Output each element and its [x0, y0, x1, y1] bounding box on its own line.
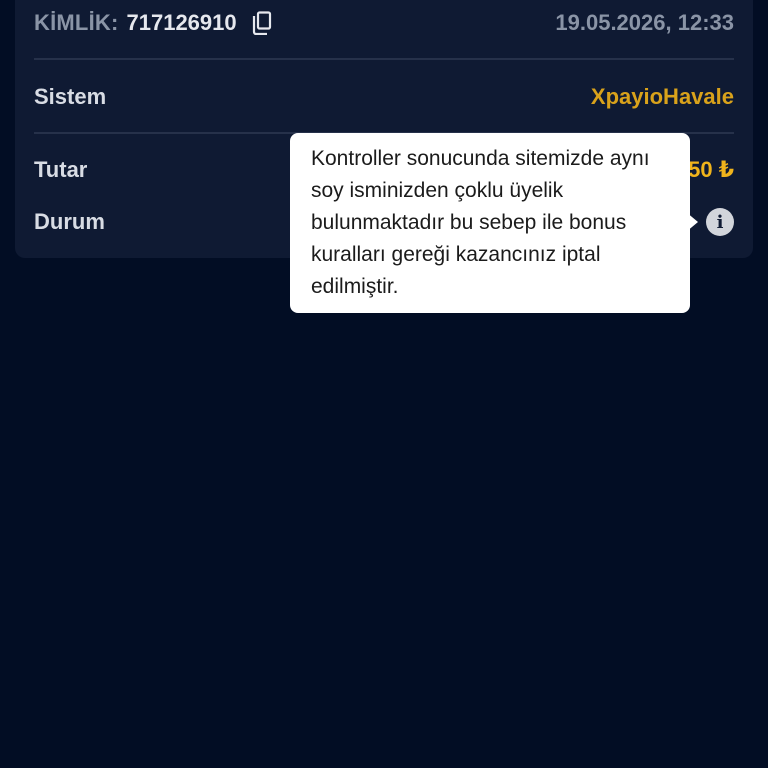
amount-value: 50 ₺ [688, 157, 734, 182]
transaction-date: 19.05.2026, 12:33 [555, 10, 734, 35]
transaction-id-label: KİMLİK: [34, 10, 119, 35]
divider [34, 58, 734, 60]
status-label: Durum [34, 209, 105, 234]
status-tooltip: Kontroller sonucunda sitemizde aynı soy … [290, 133, 690, 313]
tooltip-arrow [686, 212, 698, 232]
system-value: XpayioHavale [590, 84, 734, 109]
info-icon[interactable]: i [706, 208, 734, 236]
system-row: Sistem XpayioHavale [34, 80, 734, 114]
transaction-id-group: KİMLİK: 717126910 [34, 10, 273, 36]
tooltip-text: Kontroller sonucunda sitemizde aynı soy … [311, 147, 650, 298]
copy-icon[interactable] [251, 11, 273, 36]
amount-label: Tutar [34, 157, 88, 182]
system-label: Sistem [34, 84, 107, 109]
transaction-id-value: 717126910 [126, 10, 237, 35]
transaction-id-row: KİMLİK: 717126910 19.05.2026, 12:33 [34, 6, 734, 40]
screen: KİMLİK: 717126910 19.05.2026, 12:33 Sist… [0, 0, 768, 768]
copy-icon-svg [252, 11, 271, 36]
